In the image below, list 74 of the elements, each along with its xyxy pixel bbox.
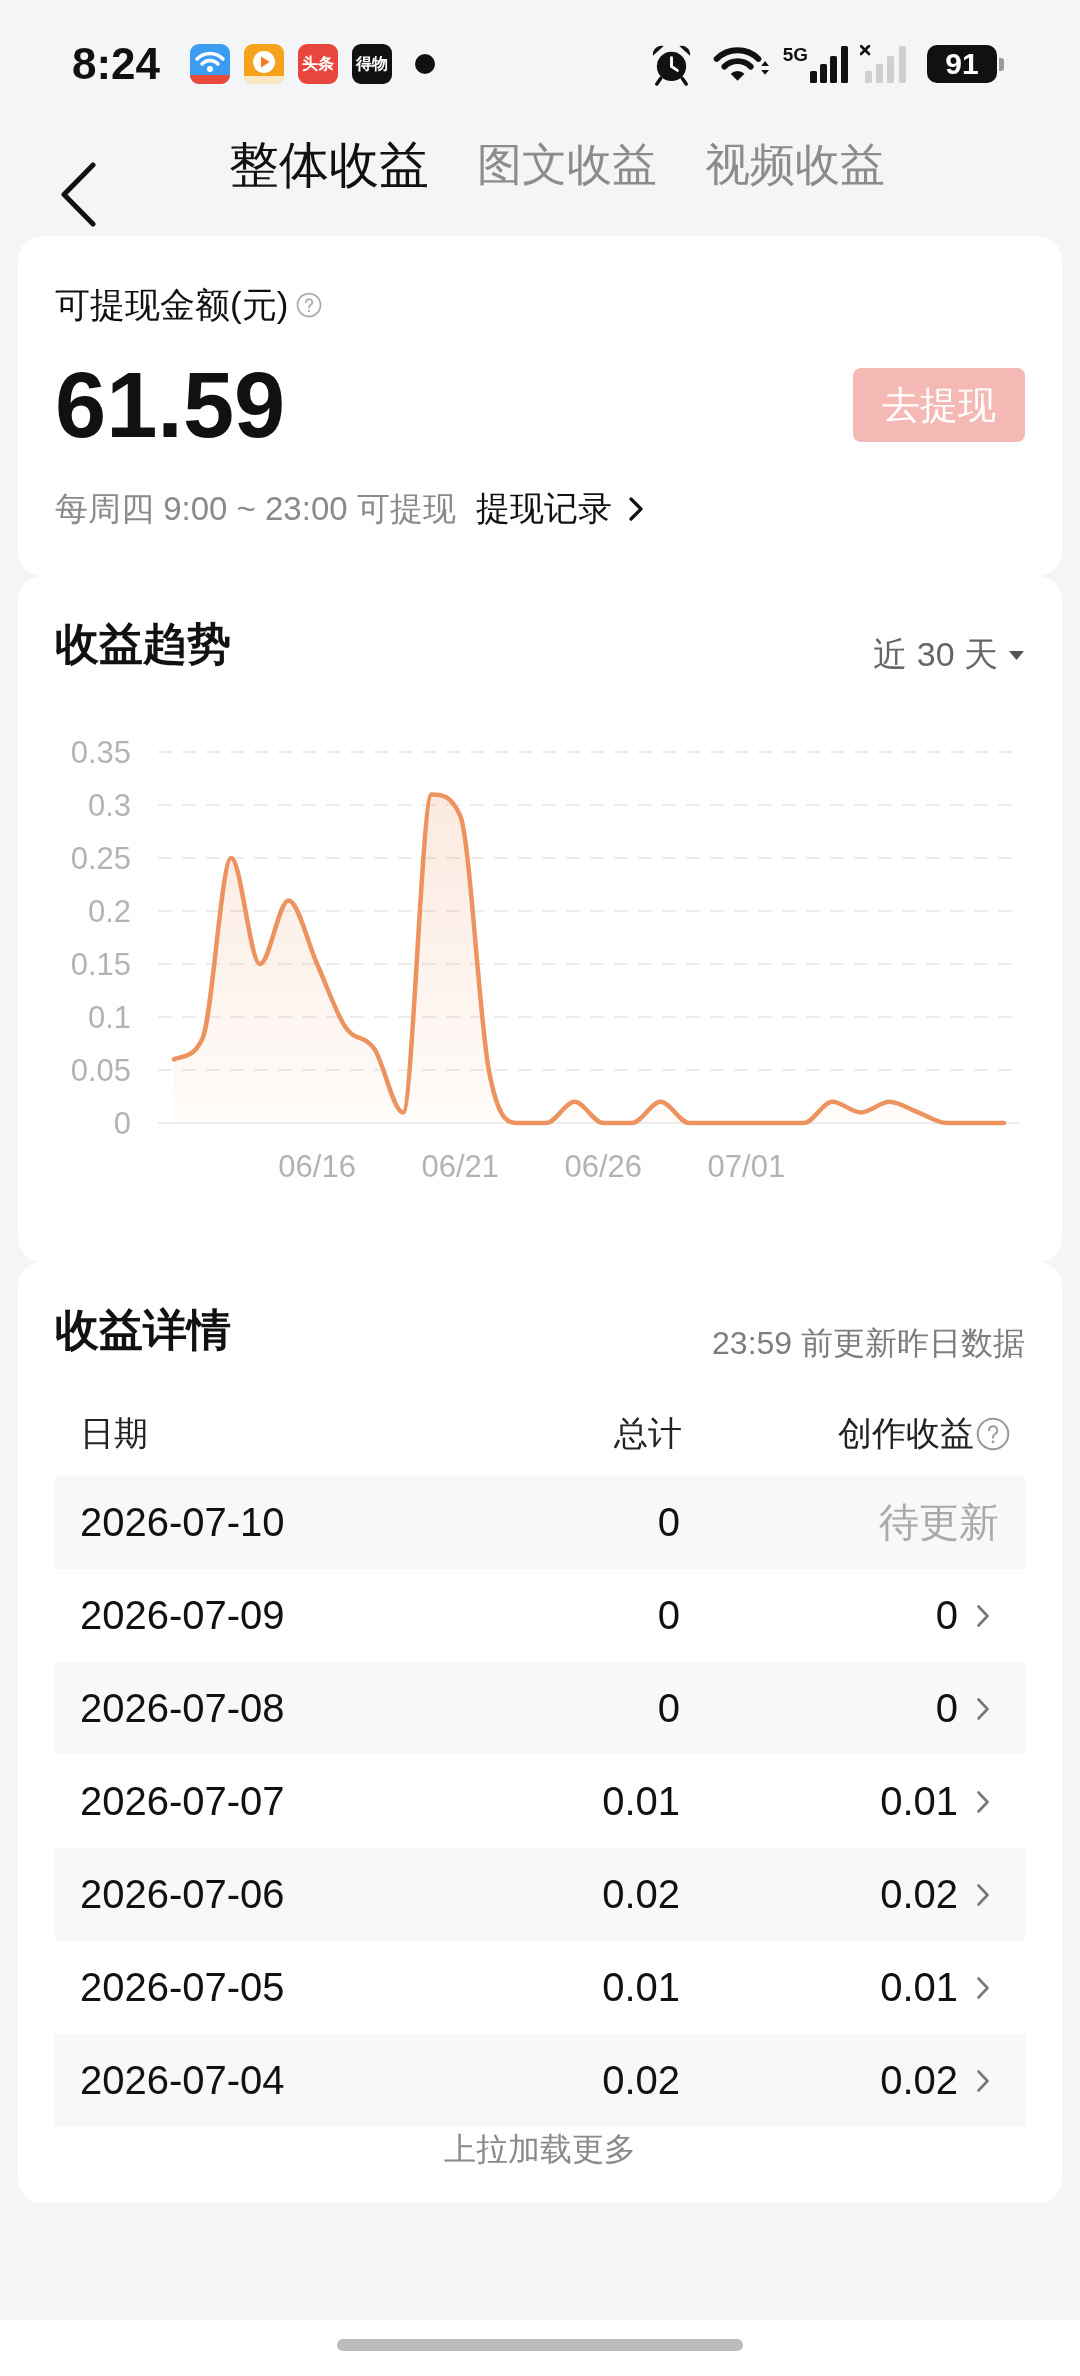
caret-icon <box>1008 649 1025 661</box>
app-logo: 得物 <box>352 44 393 84</box>
x-axis-label: 06/16 <box>278 1148 356 1184</box>
table-cell-text: 2026-07-06 <box>80 1872 286 1917</box>
y-axis-label: 0.15 <box>70 946 131 982</box>
table-cell-text: 0.01 <box>601 1779 680 1824</box>
y-axis-label: 0.3 <box>87 787 131 823</box>
column-header: 日期 <box>80 1413 149 1454</box>
y-axis-label: 0.35 <box>70 734 131 770</box>
network-type: 5G <box>782 45 808 64</box>
table-cell-text: 待更新 <box>879 1499 999 1546</box>
chevron-right-icon <box>976 1603 990 1628</box>
table-cell-text: 2026-07-07 <box>80 1779 286 1824</box>
chevron-right-icon <box>976 1696 990 1721</box>
y-axis-label: 0.2 <box>87 893 131 929</box>
table-cell: 0.02 <box>880 1872 958 1917</box>
table-cell-text: 0 <box>656 1686 680 1731</box>
table-cell: 0.01 <box>880 1779 958 1824</box>
balance-amount: 61.59 <box>55 360 286 450</box>
tab[interactable]: 整体收益 <box>229 136 429 194</box>
table-cell-text: 2026-07-05 <box>80 1965 286 2010</box>
chevron-right-icon <box>627 496 644 522</box>
wifi-icon <box>711 44 769 84</box>
dot-icon <box>415 54 436 74</box>
table-cell: 0 <box>935 1593 958 1638</box>
column-header: 总计 <box>613 1413 682 1454</box>
withdrawal-records-link[interactable]: 提现记录 <box>475 486 644 532</box>
chevron-right-icon <box>976 2068 990 2093</box>
load-more-hint: 上拉加载更多 <box>443 2130 637 2169</box>
range-dropdown[interactable]: 近 30 天 <box>873 632 1025 678</box>
table-row[interactable]: 2026-07-07 0.01 0.01 <box>55 1755 1025 1848</box>
column-header: 创作收益 <box>838 1413 974 1454</box>
signal-icon <box>810 45 848 83</box>
balance-label: 可提现金额(元) <box>55 284 289 326</box>
table-row[interactable]: 2026-07-04 0.02 0.02 <box>55 2034 1025 2127</box>
table-cell-text: 2026-07-08 <box>80 1686 286 1731</box>
card-title: 收益趋势 <box>55 618 231 670</box>
table-row[interactable]: 2026-07-08 0 0 <box>55 1662 1025 1755</box>
table-cell-text: 0.02 <box>601 1872 680 1917</box>
back-icon[interactable] <box>60 162 96 227</box>
status-time: 8:24 <box>72 39 161 89</box>
table-cell-text: 0.02 <box>601 2058 680 2103</box>
app-logo: 头条 <box>298 44 339 84</box>
help-icon[interactable] <box>976 1417 1010 1451</box>
table-row[interactable]: 2026-07-09 0 0 <box>55 1569 1025 1662</box>
battery-indicator: 91 <box>927 45 1004 83</box>
table-row[interactable]: 2026-07-06 0.02 0.02 <box>55 1848 1025 1941</box>
table-cell: 0.01 <box>880 1965 958 2010</box>
chevron-right-icon <box>976 1882 990 1907</box>
update-note: 23:59 前更新昨日数据 <box>712 1324 1025 1363</box>
table-cell: 0 <box>935 1686 958 1731</box>
wifi-app-icon <box>190 44 231 84</box>
withdraw-schedule: 每周四 9:00 ~ 23:00 可提现 <box>55 488 456 529</box>
table-cell-text: 2026-07-10 <box>80 1500 286 1545</box>
table-cell-text: 2026-07-09 <box>80 1593 286 1638</box>
table-cell-text: 0 <box>656 1500 680 1545</box>
y-axis-label: 0.25 <box>70 840 131 876</box>
table-cell-text: 0.01 <box>601 1965 680 2010</box>
table-cell-text: 0 <box>656 1593 680 1638</box>
signal-off-icon <box>860 45 907 83</box>
chevron-right-icon <box>976 1975 990 2000</box>
help-icon[interactable] <box>296 292 323 318</box>
table-cell-text: 2026-07-04 <box>80 2058 286 2103</box>
table-cell: 0.02 <box>880 2058 958 2103</box>
y-axis-label: 0 <box>113 1105 131 1141</box>
x-axis-label: 06/21 <box>421 1148 499 1184</box>
y-axis-label: 0.05 <box>70 1052 131 1088</box>
x-axis-label: 07/01 <box>707 1148 786 1184</box>
chevron-right-icon <box>976 1789 990 1814</box>
x-axis-label: 06/26 <box>564 1148 643 1184</box>
y-axis-label: 0.1 <box>87 999 131 1035</box>
table-row[interactable]: 2026-07-05 0.01 0.01 <box>55 1941 1025 2034</box>
play-app-icon <box>244 44 285 84</box>
card-title: 收益详情 <box>55 1304 231 1356</box>
